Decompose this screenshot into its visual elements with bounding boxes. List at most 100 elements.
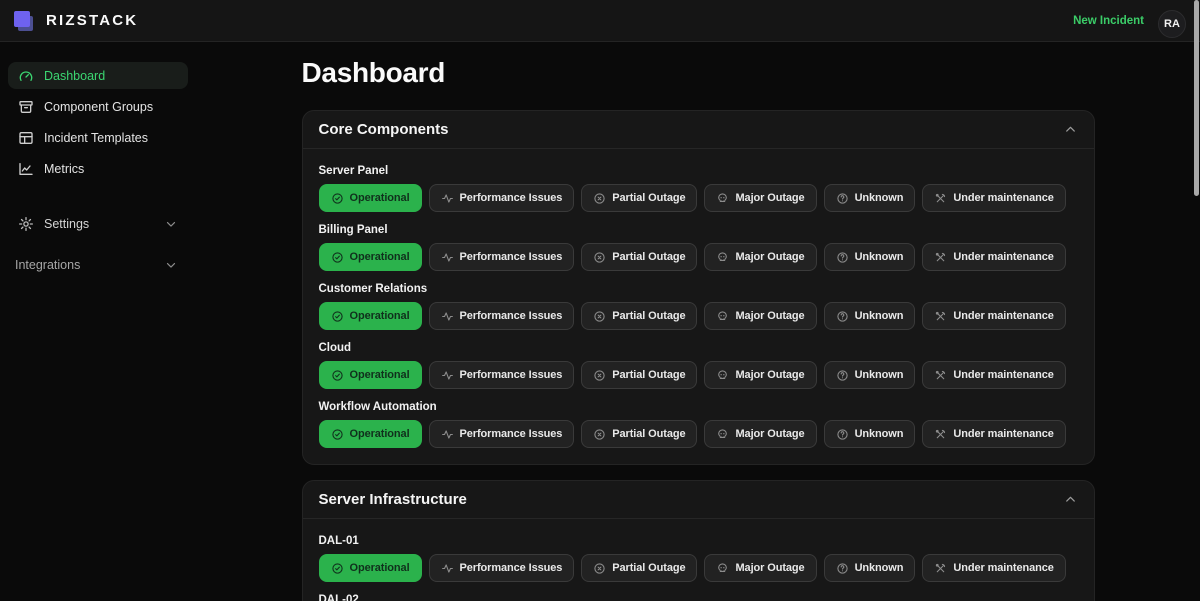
status-button-under-maintenance[interactable]: Under maintenance [922,420,1065,448]
tools-icon [934,428,947,441]
component-row-server-panel: Server Panel Operational Performance Iss… [319,165,1078,212]
component-name: Customer Relations [319,283,1078,296]
layout-icon [18,130,34,146]
status-button-performance-issues[interactable]: Performance Issues [429,302,575,330]
vertical-scrollbar[interactable] [1194,0,1199,196]
status-button-unknown[interactable]: Unknown [824,302,916,330]
status-button-major-outage[interactable]: Major Outage [704,554,816,582]
status-button-under-maintenance[interactable]: Under maintenance [922,554,1065,582]
sidebar-item-integrations[interactable]: Integrations [8,251,188,278]
status-button-partial-outage[interactable]: Partial Outage [581,420,697,448]
status-button-performance-issues[interactable]: Performance Issues [429,420,575,448]
group-header: Server Infrastructure [303,481,1094,519]
new-incident-button[interactable]: New Incident [1073,15,1144,27]
chevron-down-icon [164,258,178,272]
status-button-unknown[interactable]: Unknown [824,420,916,448]
status-button-major-outage[interactable]: Major Outage [704,420,816,448]
status-button-under-maintenance[interactable]: Under maintenance [922,243,1065,271]
status-button-unknown[interactable]: Unknown [824,184,916,212]
topbar: RIZSTACK New Incident RA [0,0,1200,42]
status-button-partial-outage[interactable]: Partial Outage [581,243,697,271]
sidebar-item-component-groups[interactable]: Component Groups [8,93,188,120]
chevron-up-icon[interactable] [1063,122,1078,137]
status-button-partial-outage[interactable]: Partial Outage [581,554,697,582]
status-button-operational[interactable]: Operational [319,302,422,330]
group-card-core-components: Core Components Server Panel Operational… [302,110,1095,465]
status-button-operational[interactable]: Operational [319,361,422,389]
x-circle-icon [593,369,606,382]
gauge-icon [18,68,34,84]
status-button-performance-issues[interactable]: Performance Issues [429,361,575,389]
status-button-unknown[interactable]: Unknown [824,361,916,389]
skull-icon [716,562,729,575]
check-circle-icon [331,192,344,205]
status-button-under-maintenance[interactable]: Under maintenance [922,184,1065,212]
sidebar-item-metrics[interactable]: Metrics [8,155,188,182]
x-circle-icon [593,428,606,441]
status-button-performance-issues[interactable]: Performance Issues [429,243,575,271]
help-circle-icon [836,369,849,382]
component-name: Server Panel [319,165,1078,178]
skull-icon [716,369,729,382]
tools-icon [934,251,947,264]
status-button-performance-issues[interactable]: Performance Issues [429,554,575,582]
archive-icon [18,99,34,115]
component-row-workflow-automation: Workflow Automation Operational Performa… [319,401,1078,448]
component-name: DAL-02 [319,594,1078,601]
sidebar-item-incident-templates[interactable]: Incident Templates [8,124,188,151]
group-card-server-infrastructure: Server Infrastructure DAL-01 Operational… [302,480,1095,601]
component-row-cloud: Cloud Operational Performance Issues Par… [319,342,1078,389]
help-circle-icon [836,251,849,264]
tools-icon [934,192,947,205]
group-title: Server Infrastructure [319,491,467,508]
status-button-group: Operational Performance Issues Partial O… [319,361,1078,389]
user-avatar[interactable]: RA [1158,10,1186,38]
brand-logo-icon [14,9,36,33]
x-circle-icon [593,562,606,575]
check-circle-icon [331,310,344,323]
help-circle-icon [836,428,849,441]
x-circle-icon [593,251,606,264]
component-name: Workflow Automation [319,401,1078,414]
sidebar-item-dashboard[interactable]: Dashboard [8,62,188,89]
check-circle-icon [331,251,344,264]
status-button-operational[interactable]: Operational [319,554,422,582]
status-button-partial-outage[interactable]: Partial Outage [581,302,697,330]
component-row-customer-relations: Customer Relations Operational Performan… [319,283,1078,330]
component-name: Cloud [319,342,1078,355]
skull-icon [716,251,729,264]
activity-icon [441,310,454,323]
status-button-major-outage[interactable]: Major Outage [704,184,816,212]
status-button-group: Operational Performance Issues Partial O… [319,243,1078,271]
sidebar-spacer [8,186,188,210]
sidebar-item-settings[interactable]: Settings [8,210,188,237]
status-button-major-outage[interactable]: Major Outage [704,302,816,330]
chevron-down-icon [164,217,178,231]
chevron-up-icon[interactable] [1063,492,1078,507]
status-button-under-maintenance[interactable]: Under maintenance [922,302,1065,330]
status-button-partial-outage[interactable]: Partial Outage [581,361,697,389]
status-button-under-maintenance[interactable]: Under maintenance [922,361,1065,389]
check-circle-icon [331,562,344,575]
tools-icon [934,310,947,323]
status-button-major-outage[interactable]: Major Outage [704,361,816,389]
status-button-operational[interactable]: Operational [319,420,422,448]
skull-icon [716,310,729,323]
main-content: Dashboard Core Components Server Panel O… [196,42,1200,601]
check-circle-icon [331,428,344,441]
status-button-performance-issues[interactable]: Performance Issues [429,184,575,212]
status-button-operational[interactable]: Operational [319,184,422,212]
status-button-operational[interactable]: Operational [319,243,422,271]
brand-name: RIZSTACK [46,12,138,29]
activity-icon [441,251,454,264]
status-button-unknown[interactable]: Unknown [824,554,916,582]
x-circle-icon [593,310,606,323]
status-button-partial-outage[interactable]: Partial Outage [581,184,697,212]
component-row-dal-01: DAL-01 Operational Performance Issues Pa… [319,535,1078,582]
status-button-unknown[interactable]: Unknown [824,243,916,271]
gear-icon [18,216,34,232]
status-button-major-outage[interactable]: Major Outage [704,243,816,271]
tools-icon [934,369,947,382]
status-button-group: Operational Performance Issues Partial O… [319,184,1078,212]
skull-icon [716,428,729,441]
